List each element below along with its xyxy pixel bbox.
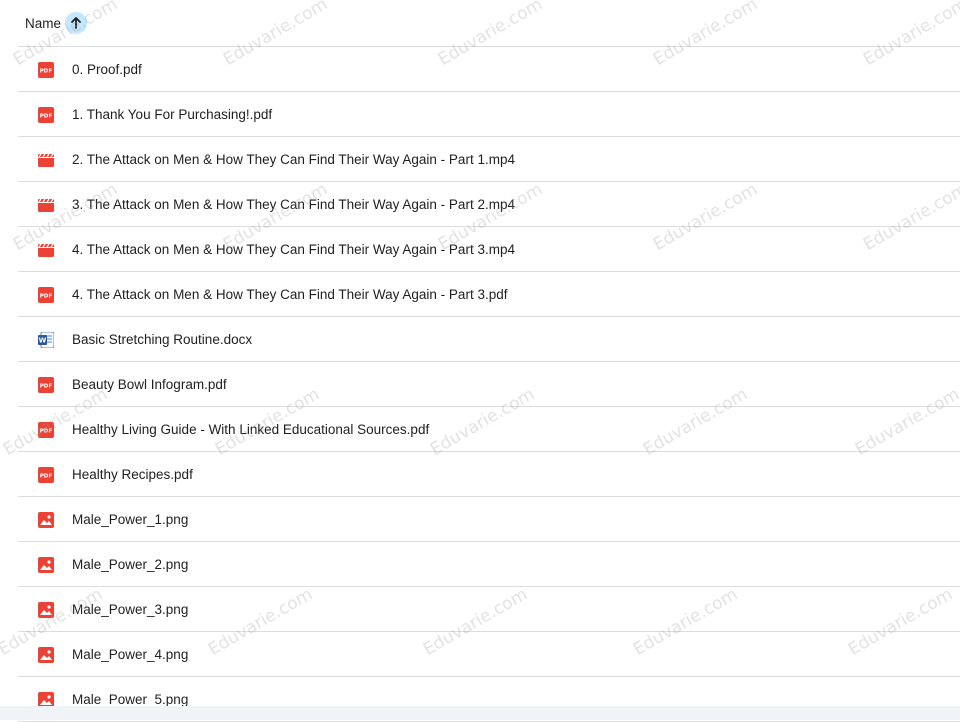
file-row[interactable]: PDF Healthy Living Guide - With Linked Ed… [18,407,960,452]
video-icon [38,197,54,213]
file-name: Healthy Living Guide - With Linked Educa… [72,422,430,437]
pdf-icon: PDF [38,62,54,78]
svg-text:PDF: PDF [40,69,53,75]
file-name: Healthy Recipes.pdf [72,467,193,482]
file-row[interactable]: 2. The Attack on Men & How They Can Find… [18,137,960,182]
svg-text:PDF: PDF [40,114,53,120]
file-row[interactable]: Male_Power_4.png [18,632,960,677]
arrow-up-icon [71,17,81,29]
svg-text:PDF: PDF [40,429,53,435]
file-name: Basic Stretching Routine.docx [72,332,253,347]
file-name: Beauty Bowl Infogram.pdf [72,377,227,392]
bottom-bar [0,706,960,720]
pdf-icon: PDF [38,287,54,303]
file-name: Male_Power_4.png [72,647,189,662]
file-name: Male_Power_2.png [72,557,189,572]
file-name: 0. Proof.pdf [72,62,142,77]
file-name: 2. The Attack on Men & How They Can Find… [72,152,515,167]
svg-text:PDF: PDF [40,474,53,480]
file-row[interactable]: PDF 4. The Attack on Men & How They Can F… [18,272,960,317]
word-doc-icon: W [38,331,55,349]
file-row[interactable]: Male_Power_1.png [18,497,960,542]
image-icon [38,512,54,528]
file-name: Male_Power_1.png [72,512,189,527]
svg-text:PDF: PDF [40,384,53,390]
image-icon [38,647,54,663]
file-name: Male_Power_3.png [72,602,189,617]
file-row[interactable]: PDF Beauty Bowl Infogram.pdf [18,362,960,407]
pdf-icon: PDF [38,377,54,393]
svg-text:PDF: PDF [40,294,53,300]
file-row[interactable]: Male_Power_2.png [18,542,960,587]
video-icon [38,152,54,168]
image-icon [38,557,54,573]
file-name: 4. The Attack on Men & How They Can Find… [72,287,508,302]
pdf-icon: PDF [38,422,54,438]
sort-ascending-button[interactable] [65,12,88,34]
name-column-header[interactable]: Name [18,0,960,47]
file-row[interactable]: PDF Healthy Recipes.pdf [18,452,960,497]
file-name: 3. The Attack on Men & How They Can Find… [72,197,515,212]
file-row[interactable]: W Basic Stretching Routine.docx [18,317,960,362]
image-icon [38,602,54,618]
svg-text:W: W [39,337,47,345]
file-row[interactable]: 3. The Attack on Men & How They Can Find… [18,182,960,227]
file-row[interactable]: 4. The Attack on Men & How They Can Find… [18,227,960,272]
video-icon [38,242,54,258]
pdf-icon: PDF [38,467,54,483]
file-row[interactable]: PDF 1. Thank You For Purchasing!.pdf [18,92,960,137]
file-name: 4. The Attack on Men & How They Can Find… [72,242,515,257]
pdf-icon: PDF [38,107,54,123]
name-column-label: Name [25,15,62,31]
file-row[interactable]: PDF 0. Proof.pdf [18,47,960,92]
file-name: 1. Thank You For Purchasing!.pdf [72,107,273,122]
file-row[interactable]: Male_Power_3.png [18,587,960,632]
